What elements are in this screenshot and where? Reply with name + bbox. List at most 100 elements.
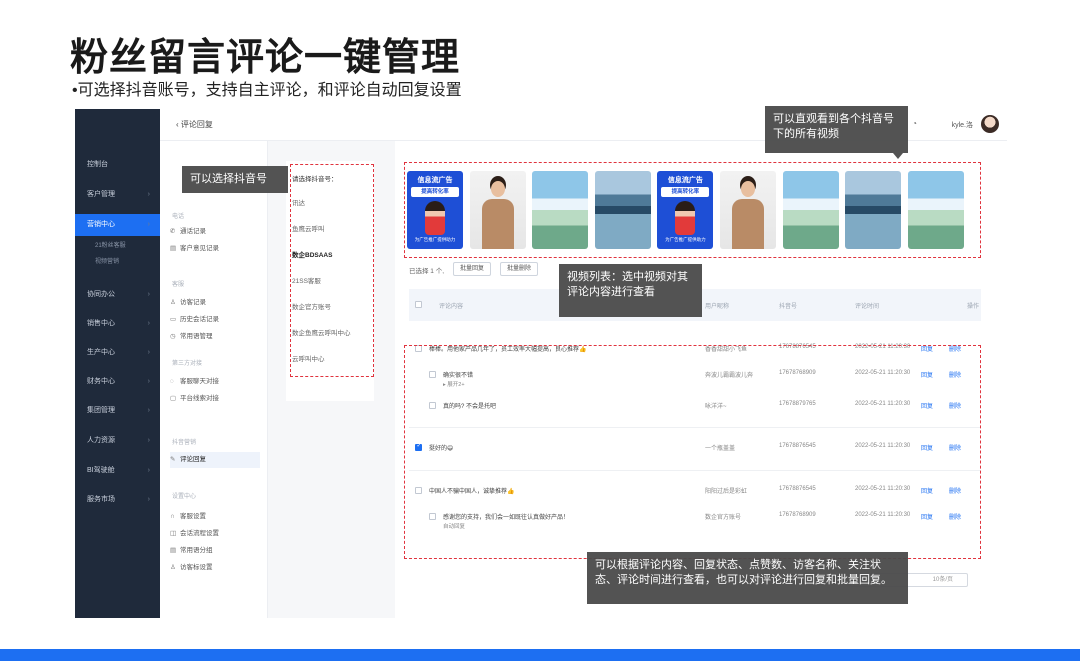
list-tooltip: 视频列表：选中视频对其评论内容进行查看 [559, 264, 702, 317]
menu-item[interactable]: ◷ 常用语管理 [170, 329, 260, 345]
sidebar-item-label: 财务中心 [87, 378, 115, 385]
menu-group-label: 电话 [172, 214, 185, 220]
chevron-right-icon: › [147, 320, 150, 327]
avatar[interactable] [981, 115, 999, 133]
account-tooltip: 可以选择抖音号 [182, 166, 288, 193]
edit-icon: ✎ [170, 456, 176, 463]
user-icon: ♙ [170, 299, 176, 306]
menu-group-label: 客服 [172, 282, 185, 288]
account-highlight [290, 164, 374, 377]
main-sidebar: 控制台 客户管理 › 营销中心 › 协同办公 › 销售中心 › 生产中心 › 财务中心 › 集团管理 › 人力… [75, 109, 160, 618]
user-name[interactable]: kyle.洛 [952, 120, 973, 130]
menu-item-label: 客服聊天对接 [180, 378, 219, 385]
slide: 粉丝留言评论一键管理 •可选择抖音账号，支持自主评论，和评论自动回复设置 控制台… [0, 0, 1080, 661]
list-icon: ▤ [170, 547, 177, 554]
column-header: 操作 [967, 304, 980, 310]
chevron-right-icon: › [147, 467, 150, 474]
chevron-right-icon: › [147, 407, 150, 414]
menu-item[interactable]: ▢ 平台线索对接 [170, 391, 260, 407]
batch-delete-button[interactable]: 批量删除 [500, 262, 539, 276]
sidebar-item[interactable]: 协同办公 › [75, 284, 160, 306]
phone-icon: ✆ [170, 228, 176, 235]
sidebar-subitem[interactable]: 视频营销 [75, 255, 160, 269]
secondary-menu: 电话 客服 第三方对接 抖音营销 设置中心 ✆ 通话记录 ▤ 客户意见记录 ♙ 访客记录 ▭ 历史会话记… [160, 141, 268, 618]
menu-item-label: 通话记录 [180, 228, 206, 235]
menu-item-label: 访客标设置 [180, 564, 213, 571]
menu-item[interactable]: ✎ 评论回复 [170, 452, 260, 468]
sidebar-item[interactable]: 销售中心 › [75, 313, 160, 335]
sidebar-item-label: 人力资源 [87, 437, 115, 444]
sidebar-item-label: 客户管理 [87, 191, 115, 198]
column-header: 评论时间 [855, 304, 880, 310]
sidebar-item-label: 协同办公 [87, 291, 115, 298]
menu-group-label: 设置中心 [172, 494, 197, 500]
headset-icon: ∩ [170, 513, 175, 520]
menu-item[interactable]: ♙ 访客记录 [170, 295, 260, 311]
sidebar-item-label: 销售中心 [87, 320, 115, 327]
comment-table-highlight [404, 345, 981, 559]
sidebar-item-label: 营销中心 [87, 221, 115, 228]
menu-item-label: 常用语分组 [180, 547, 213, 554]
menu-item-label: 历史会话记录 [180, 316, 219, 323]
menu-item-label: 客户意见记录 [180, 245, 219, 252]
menu-item-label: 会话流程设置 [180, 530, 219, 537]
chevron-right-icon: › [147, 221, 150, 228]
sidebar-item[interactable]: 营销中心 › [75, 214, 160, 236]
sidebar-item[interactable]: BI驾驶舱 › [75, 460, 160, 482]
sidebar-item[interactable]: 集团管理 › [75, 400, 160, 422]
link-icon: ◌ [170, 378, 174, 385]
sidebar-item[interactable]: 人力资源 › [75, 430, 160, 452]
menu-item-label: 客服设置 [180, 513, 206, 520]
menu-item[interactable]: ✆ 通话记录 [170, 224, 260, 240]
video-list-highlight [404, 162, 981, 258]
header-checkbox[interactable] [415, 301, 422, 308]
chat-icon: ▭ [170, 316, 177, 323]
back-link[interactable]: ‹ 评论回复 [176, 119, 213, 130]
chevron-right-icon: › [147, 191, 150, 198]
column-header: 用户昵称 [705, 304, 730, 310]
batch-reply-button[interactable]: 批量回复 [453, 262, 492, 276]
sidebar-item[interactable]: 服务市场 › [75, 489, 160, 511]
filter-tooltip: 可以根据评论内容、回复状态、点赞数、访客名称、关注状态、评论时间进行查看，也可以… [587, 552, 908, 604]
menu-item[interactable]: ∩ 客服设置 [170, 509, 260, 525]
menu-group-label: 抖音营销 [172, 440, 197, 446]
list-icon: ▤ [170, 245, 177, 252]
sidebar-item-label: 生产中心 [87, 349, 115, 356]
menu-item-label: 平台线索对接 [180, 395, 219, 402]
sidebar-item-label: 控制台 [87, 161, 108, 168]
menu-item-label: 常用语管理 [180, 333, 213, 340]
sidebar-subitem[interactable]: 21粉丝客服 [75, 239, 160, 253]
menu-item[interactable]: ◫ 会话流程设置 [170, 526, 260, 542]
menu-group-label: 第三方对接 [172, 361, 203, 367]
sidebar-item[interactable]: 财务中心 › [75, 371, 160, 393]
chevron-right-icon: › [147, 437, 150, 444]
chevron-right-icon: › [147, 291, 150, 298]
bottom-accent-bar [0, 649, 1080, 661]
menu-item[interactable]: ♙ 访客标设置 [170, 560, 260, 576]
menu-item[interactable]: ▤ 客户意见记录 [170, 241, 260, 257]
clock-icon: ◷ [170, 333, 176, 340]
sidebar-item[interactable]: 客户管理 › [75, 184, 160, 206]
selected-count: 已选择 1 个, [409, 268, 445, 275]
menu-item-label: 访客记录 [180, 299, 206, 306]
menu-item[interactable]: ◌ 客服聊天对接 [170, 374, 260, 390]
videos-tooltip: 可以直观看到各个抖音号下的所有视频 [765, 106, 908, 153]
menu-item[interactable]: ▤ 常用语分组 [170, 543, 260, 559]
sidebar-item[interactable]: 生产中心 › [75, 342, 160, 364]
menu-item[interactable]: ▭ 历史会话记录 [170, 312, 260, 328]
bell-icon[interactable]: ◔ [912, 119, 917, 128]
sidebar-item-label: BI驾驶舱 [87, 467, 115, 474]
chevron-right-icon: › [147, 378, 150, 385]
flow-icon: ◫ [170, 530, 177, 537]
menu-item-label: 评论回复 [180, 456, 206, 463]
slide-subtitle: •可选择抖音账号，支持自主评论，和评论自动回复设置 [72, 82, 462, 99]
sidebar-item[interactable]: 控制台 [75, 154, 160, 176]
column-header: 评论内容 [439, 304, 464, 310]
chevron-right-icon: › [147, 349, 150, 356]
box-icon: ▢ [170, 395, 177, 402]
sidebar-item-label: 服务市场 [87, 496, 115, 503]
back-label: 评论回复 [180, 120, 213, 129]
videos-tooltip-arrow [893, 153, 903, 159]
user-icon: ♙ [170, 564, 176, 571]
chevron-right-icon: › [147, 496, 150, 503]
